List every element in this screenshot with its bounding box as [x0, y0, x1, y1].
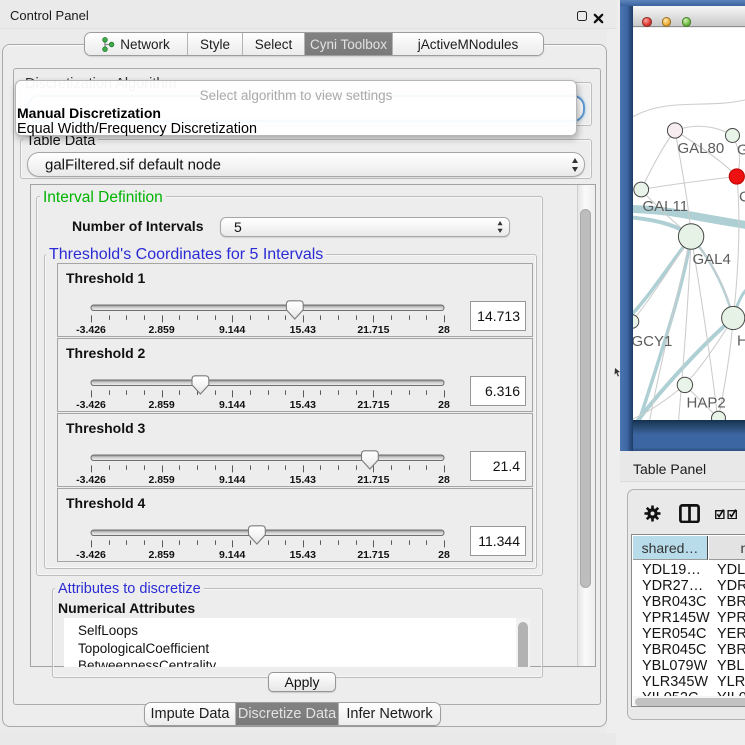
svg-text:GCY1: GCY1 [633, 333, 672, 350]
svg-text:15.43: 15.43 [290, 324, 316, 336]
svg-text:15.43: 15.43 [290, 474, 316, 486]
svg-text:28: 28 [438, 474, 450, 486]
svg-text:C: C [739, 188, 745, 205]
svg-text:-3.426: -3.426 [76, 474, 106, 486]
svg-text:28: 28 [438, 549, 450, 561]
svg-text:GAL11: GAL11 [642, 198, 688, 215]
svg-text:HAP2: HAP2 [686, 394, 725, 411]
svg-text:28: 28 [438, 399, 450, 411]
svg-text:-3.426: -3.426 [76, 549, 106, 561]
svg-text:9.144: 9.144 [219, 324, 245, 336]
svg-text:9.144: 9.144 [219, 549, 245, 561]
svg-text:GA: GA [737, 141, 745, 158]
svg-text:-3.426: -3.426 [76, 324, 106, 336]
svg-text:2.859: 2.859 [148, 474, 174, 486]
svg-text:2.859: 2.859 [148, 324, 174, 336]
svg-text:HI: HI [737, 332, 745, 349]
svg-text:28: 28 [438, 324, 450, 336]
svg-text:-3.426: -3.426 [76, 399, 106, 411]
svg-text:15.43: 15.43 [290, 549, 316, 561]
svg-text:GAL4: GAL4 [692, 251, 730, 268]
svg-text:9.144: 9.144 [219, 474, 245, 486]
svg-text:21.715: 21.715 [357, 474, 389, 486]
svg-text:15.43: 15.43 [290, 399, 316, 411]
svg-text:21.715: 21.715 [357, 324, 389, 336]
svg-text:2.859: 2.859 [148, 549, 174, 561]
svg-text:2.859: 2.859 [148, 399, 174, 411]
svg-text:21.715: 21.715 [357, 549, 389, 561]
svg-text:9.144: 9.144 [219, 399, 245, 411]
svg-text:GAL80: GAL80 [677, 140, 724, 157]
svg-text:21.715: 21.715 [357, 399, 389, 411]
